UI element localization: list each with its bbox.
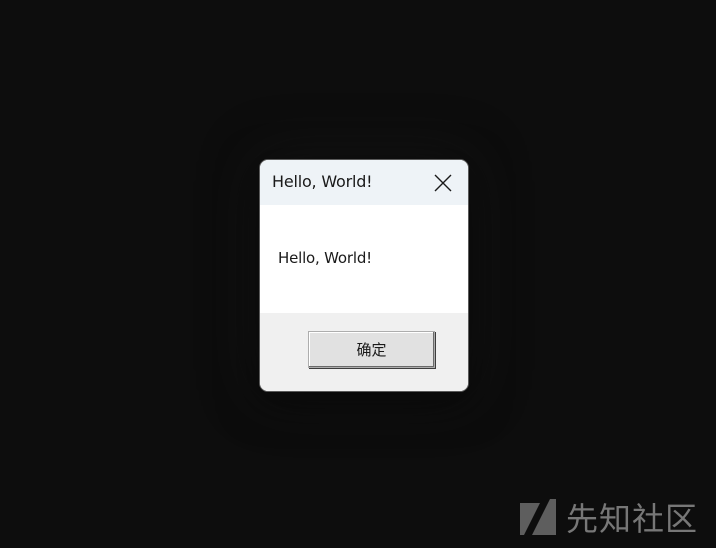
ok-button[interactable]: 确定 bbox=[308, 331, 435, 368]
dialog-footer: 确定 bbox=[260, 313, 468, 391]
dialog-titlebar[interactable]: Hello, World! bbox=[260, 160, 468, 205]
desktop-background: Hello, World! Hello, World! 确定 先知社区 bbox=[0, 0, 716, 548]
close-button[interactable] bbox=[418, 160, 468, 205]
close-icon bbox=[434, 174, 452, 191]
xianzhi-logo-icon bbox=[519, 499, 556, 535]
dialog-content: Hello, World! bbox=[260, 205, 468, 313]
watermark: 先知社区 bbox=[518, 494, 698, 540]
dialog-message: Hello, World! bbox=[278, 249, 372, 267]
watermark-text: 先知社区 bbox=[565, 500, 698, 538]
dialog-title: Hello, World! bbox=[272, 172, 373, 191]
message-box-dialog: Hello, World! Hello, World! 确定 bbox=[259, 159, 469, 392]
